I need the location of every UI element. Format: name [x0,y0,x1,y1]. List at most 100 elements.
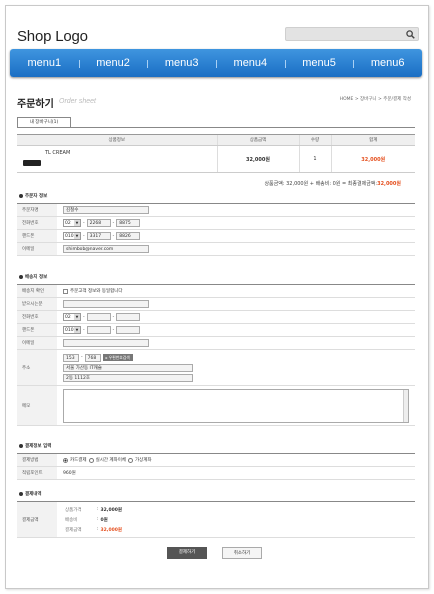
ship-confirm-row: 배송지 확인 주문고객 정보와 동일합니다 [17,285,415,298]
nav-menu5[interactable]: menu5 [284,57,354,69]
product-name[interactable]: TL CREAM [45,150,70,156]
dash: - [112,327,115,333]
nav-menu4[interactable]: menu4 [216,57,285,69]
zip-second-input[interactable]: 768 [84,353,101,362]
product-thumbnail[interactable] [23,159,41,166]
breadcrumb: HOME > 장바구니 > 주문/결제 작성 [339,97,411,102]
ship-mobile-prefix-select[interactable]: 010 [63,326,81,334]
orderer-title-text: 주문자 정보 [25,194,48,199]
search-input[interactable] [285,27,419,41]
radio-card-label: 카드결제 [70,458,87,463]
ship-phone-last-input[interactable] [116,313,141,321]
orderer-mobile-last-input[interactable]: 8826 [116,232,141,240]
orderer-mobile-prefix-select[interactable]: 010 [63,232,81,240]
receiver-name-input[interactable] [63,300,149,308]
col-header-product: 상품정보 [17,134,217,146]
main-nav: menu1 menu2 menu3 menu4 menu5 menu6 [10,49,422,77]
col-header-qty: 수량 [298,134,331,146]
nav-menu1[interactable]: menu1 [10,57,79,69]
colon: : [97,517,99,522]
product-cell[interactable]: TL CREAM [17,145,217,173]
bullet-icon [19,491,23,496]
ship-email-input[interactable] [63,339,149,347]
ship-phone-mid-input[interactable] [86,313,111,321]
radio-virtual-account[interactable] [127,457,133,463]
orderer-email-row: 이메일 shimbob@naver.com [17,243,415,256]
ship-mobile-label: 핸드폰 [17,324,57,336]
memo-scrollbar[interactable] [403,389,408,422]
orderer-section-title: 주문자 정보 [19,193,47,199]
dash: - [112,220,115,226]
ship-memo-label: 메모 [17,386,57,425]
address1-input[interactable]: 서울 가산동 IT캐슬 [63,363,193,372]
ship-memo-row: 메모 [17,386,415,426]
dash: - [83,220,85,226]
ship-receiver-label: 받으시는분 [17,298,57,310]
orderer-email-input[interactable]: shimbob@naver.com [63,245,149,253]
zip-search-button[interactable]: ▸ 우편번호검색 [102,354,133,361]
orderer-phone-area-select[interactable]: 02 [63,219,81,227]
orderer-mobile-mid-input[interactable]: 3317 [86,232,111,240]
nav-menu6[interactable]: menu6 [353,57,422,69]
orderer-phone-last-input[interactable]: 8875 [116,219,141,227]
colon: : [97,527,99,532]
order-totals: 상품금액: 32,000원 + 배송비: 0원 = 최종결제금액:32,000원 [264,180,401,187]
payment-form: 결제방법 카드결제 실시간 계좌이체 가상계좌 적립포인트 960원 [17,453,415,480]
search-icon[interactable] [406,30,415,39]
dash: - [112,314,115,320]
summary-amount-label: 결제금액 [17,502,57,537]
product-table: 상품정보 상품금액 수량 합계 TL CREAM 32,000원 1 32,00… [17,134,415,173]
memo-textarea[interactable] [63,388,409,423]
ship-phone-area-select[interactable]: 02 [63,313,81,321]
ship-address-label: 주소 [17,350,57,385]
same-as-orderer-checkbox[interactable] [63,288,68,294]
dash: - [83,327,85,333]
dash: - [83,233,85,239]
bullet-icon [19,274,23,279]
col-header-total: 합계 [330,134,415,146]
pay-points-row: 적립포인트 960원 [17,467,415,480]
summary-form: 결제금액 상품가격:32,000원 배송비:0원 결제금액:32,000원 [17,501,415,538]
ship-mobile-last-input[interactable] [116,326,141,334]
product-price: 32,000원 [216,145,299,173]
ship-mobile-mid-input[interactable] [86,326,111,334]
zip-first-input[interactable]: 153 [63,353,79,362]
summary-ship-label: 배송비 [65,517,78,523]
pay-button[interactable]: 결제하기 [167,547,207,559]
orderer-form: 주문자명 김철수 전화번호 02 - 2268 - 8875 핸드폰 010 -… [17,203,415,256]
summary-pay-value: 32,000원 [100,527,123,533]
shop-logo[interactable]: Shop Logo [17,28,88,45]
orderer-mobile-label: 핸드폰 [17,230,57,242]
radio-card[interactable] [63,457,68,463]
orderer-name-row: 주문자명 김철수 [17,204,415,217]
summary-product-label: 상품가격 [65,507,82,513]
payment-section-title: 결제정보 입력 [19,443,51,449]
ship-receiver-row: 받으시는분 [17,298,415,311]
table-row: TL CREAM 32,000원 1 32,000원 [17,145,415,173]
summary-pay-label: 결제금액 [65,527,82,533]
ship-phone-row: 전화번호 02 - - [17,311,415,324]
summary-title-text: 결제내역 [25,492,42,497]
orderer-name-input[interactable]: 김철수 [63,206,149,214]
zip-group: 153 - 768 ▸ 우편번호검색 [63,353,133,362]
radio-transfer-label: 실시간 계좌이체 [95,458,126,463]
summary-product-value: 32,000원 [100,507,123,513]
orderer-name-label: 주문자명 [17,204,57,216]
tab-divider [17,127,415,128]
ship-email-row: 이메일 [17,337,415,350]
pay-points-label: 적립포인트 [17,467,57,479]
cancel-button[interactable]: 취소하기 [222,547,262,559]
nav-menu2[interactable]: menu2 [78,57,148,69]
nav-menu3[interactable]: menu3 [147,57,216,69]
pay-method-row: 결제방법 카드결제 실시간 계좌이체 가상계좌 [17,454,415,467]
summary-row: 결제금액 상품가격:32,000원 배송비:0원 결제금액:32,000원 [17,502,415,538]
address2-input[interactable]: 2동 1112호 [63,373,193,382]
orderer-phone-row: 전화번호 02 - 2268 - 8875 [17,217,415,230]
orderer-phone-mid-input[interactable]: 2268 [86,219,111,227]
zip-search-label: 우편번호검색 [108,355,130,360]
ship-confirm-label: 배송지 확인 [17,285,57,297]
shipping-form: 배송지 확인 주문고객 정보와 동일합니다 받으시는분 전화번호 02 - - … [17,284,415,426]
radio-transfer[interactable] [88,457,94,463]
ship-phone-label: 전화번호 [17,311,57,323]
orderer-email-label: 이메일 [17,243,57,255]
